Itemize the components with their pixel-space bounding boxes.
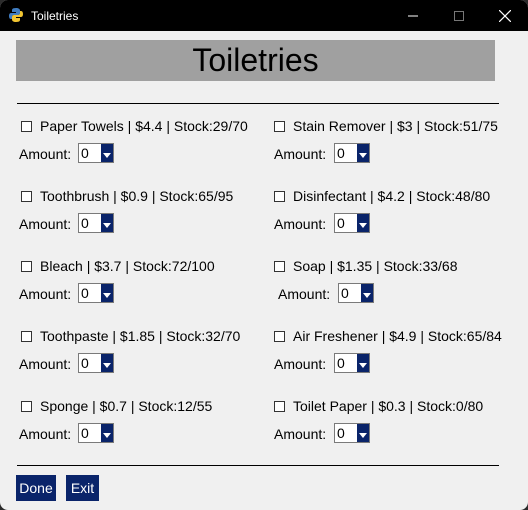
checkbox[interactable]: [274, 190, 285, 202]
checkbox[interactable]: [274, 120, 285, 132]
close-button[interactable]: [482, 0, 528, 31]
amount-label: Amount:: [19, 426, 72, 442]
amount-value: 0: [81, 145, 89, 161]
amount-label: Amount:: [19, 216, 72, 232]
spin-arrow-button[interactable]: [101, 144, 113, 162]
amount-value: 0: [337, 355, 345, 371]
checkbox[interactable]: [274, 400, 285, 412]
amount-spinbox-toothpaste[interactable]: 0: [78, 353, 114, 373]
item-label: Disinfectant | $4.2 | Stock:48/80: [293, 188, 491, 204]
item-checkbox-bleach[interactable]: Bleach | $3.7 | Stock:72/100: [21, 257, 215, 275]
item-checkbox-stain-remover[interactable]: Stain Remover | $3 | Stock:51/75: [274, 117, 498, 135]
bottom-divider: [17, 465, 499, 466]
item-label: Toothbrush | $0.9 | Stock:65/95: [40, 188, 234, 204]
item-label: Air Freshener | $4.9 | Stock:65/84: [293, 328, 502, 344]
amount-label: Amount:: [19, 146, 72, 162]
item-label: Sponge | $0.7 | Stock:12/55: [40, 398, 213, 414]
spin-arrow-button[interactable]: [357, 214, 369, 232]
maximize-icon: [454, 10, 464, 21]
item-label: Soap | $1.35 | Stock:33/68: [293, 258, 458, 274]
spin-arrow-button[interactable]: [101, 284, 113, 302]
amount-spinbox-disinfectant[interactable]: 0: [334, 213, 370, 233]
checkbox[interactable]: [21, 330, 32, 342]
checkbox[interactable]: [274, 260, 285, 272]
item-label: Paper Towels | $4.4 | Stock:29/70: [40, 118, 248, 134]
item-checkbox-toilet-paper[interactable]: Toilet Paper | $0.3 | Stock:0/80: [274, 397, 483, 415]
amount-spinbox-paper-towels[interactable]: 0: [78, 143, 114, 163]
item-checkbox-toothpaste[interactable]: Toothpaste | $1.85 | Stock:32/70: [21, 327, 240, 345]
amount-label: Amount:: [19, 356, 72, 372]
amount-spinbox-sponge[interactable]: 0: [78, 423, 114, 443]
item-label: Toilet Paper | $0.3 | Stock:0/80: [293, 398, 484, 414]
minimize-button[interactable]: [390, 0, 436, 31]
item-checkbox-soap[interactable]: Soap | $1.35 | Stock:33/68: [274, 257, 458, 275]
checkbox[interactable]: [21, 400, 32, 412]
top-divider: [17, 103, 499, 104]
amount-label: Amount:: [274, 356, 327, 372]
done-button[interactable]: Done: [16, 475, 56, 501]
spin-arrow-button[interactable]: [357, 144, 369, 162]
amount-spinbox-air-freshener[interactable]: 0: [334, 353, 370, 373]
spin-arrow-button[interactable]: [101, 354, 113, 372]
amount-value: 0: [337, 145, 345, 161]
checkbox[interactable]: [21, 260, 32, 272]
amount-label: Amount:: [274, 146, 327, 162]
checkbox[interactable]: [274, 330, 285, 342]
amount-value: 0: [341, 285, 349, 301]
close-icon: [499, 9, 511, 22]
item-label: Toothpaste | $1.85 | Stock:32/70: [40, 328, 241, 344]
amount-spinbox-toothbrush[interactable]: 0: [78, 213, 114, 233]
item-checkbox-paper-towels[interactable]: Paper Towels | $4.4 | Stock:29/70: [21, 117, 248, 135]
spin-arrow-button[interactable]: [101, 424, 113, 442]
amount-value: 0: [81, 285, 89, 301]
amount-label: Amount:: [19, 286, 72, 302]
item-checkbox-disinfectant[interactable]: Disinfectant | $4.2 | Stock:48/80: [274, 187, 490, 205]
page-title: Toiletries: [16, 40, 495, 81]
item-checkbox-air-freshener[interactable]: Air Freshener | $4.9 | Stock:65/84: [274, 327, 502, 345]
amount-value: 0: [337, 215, 345, 231]
amount-label: Amount:: [278, 286, 331, 302]
item-label: Bleach | $3.7 | Stock:72/100: [40, 258, 215, 274]
amount-value: 0: [337, 425, 345, 441]
checkbox[interactable]: [21, 190, 32, 202]
minimize-icon: [408, 15, 418, 16]
spin-arrow-button[interactable]: [101, 214, 113, 232]
amount-spinbox-soap[interactable]: 0: [338, 283, 374, 303]
app-window: Toiletries Toiletries Paper Towels | $4.…: [0, 0, 528, 510]
item-checkbox-sponge[interactable]: Sponge | $0.7 | Stock:12/55: [21, 397, 212, 415]
title-bar[interactable]: Toiletries: [0, 0, 528, 31]
window-title: Toiletries: [31, 9, 79, 23]
item-checkbox-toothbrush[interactable]: Toothbrush | $0.9 | Stock:65/95: [21, 187, 233, 205]
amount-value: 0: [81, 355, 89, 371]
python-icon: [9, 8, 23, 22]
exit-button[interactable]: Exit: [66, 475, 99, 501]
amount-value: 0: [81, 425, 89, 441]
amount-label: Amount:: [274, 216, 327, 232]
item-label: Stain Remover | $3 | Stock:51/75: [293, 118, 498, 134]
checkbox[interactable]: [21, 120, 32, 132]
spin-arrow-button[interactable]: [361, 284, 373, 302]
spin-arrow-button[interactable]: [357, 424, 369, 442]
maximize-button[interactable]: [436, 0, 482, 31]
amount-value: 0: [81, 215, 89, 231]
amount-label: Amount:: [274, 426, 327, 442]
amount-spinbox-stain-remover[interactable]: 0: [334, 143, 370, 163]
spin-arrow-button[interactable]: [357, 354, 369, 372]
amount-spinbox-bleach[interactable]: 0: [78, 283, 114, 303]
amount-spinbox-toilet-paper[interactable]: 0: [334, 423, 370, 443]
